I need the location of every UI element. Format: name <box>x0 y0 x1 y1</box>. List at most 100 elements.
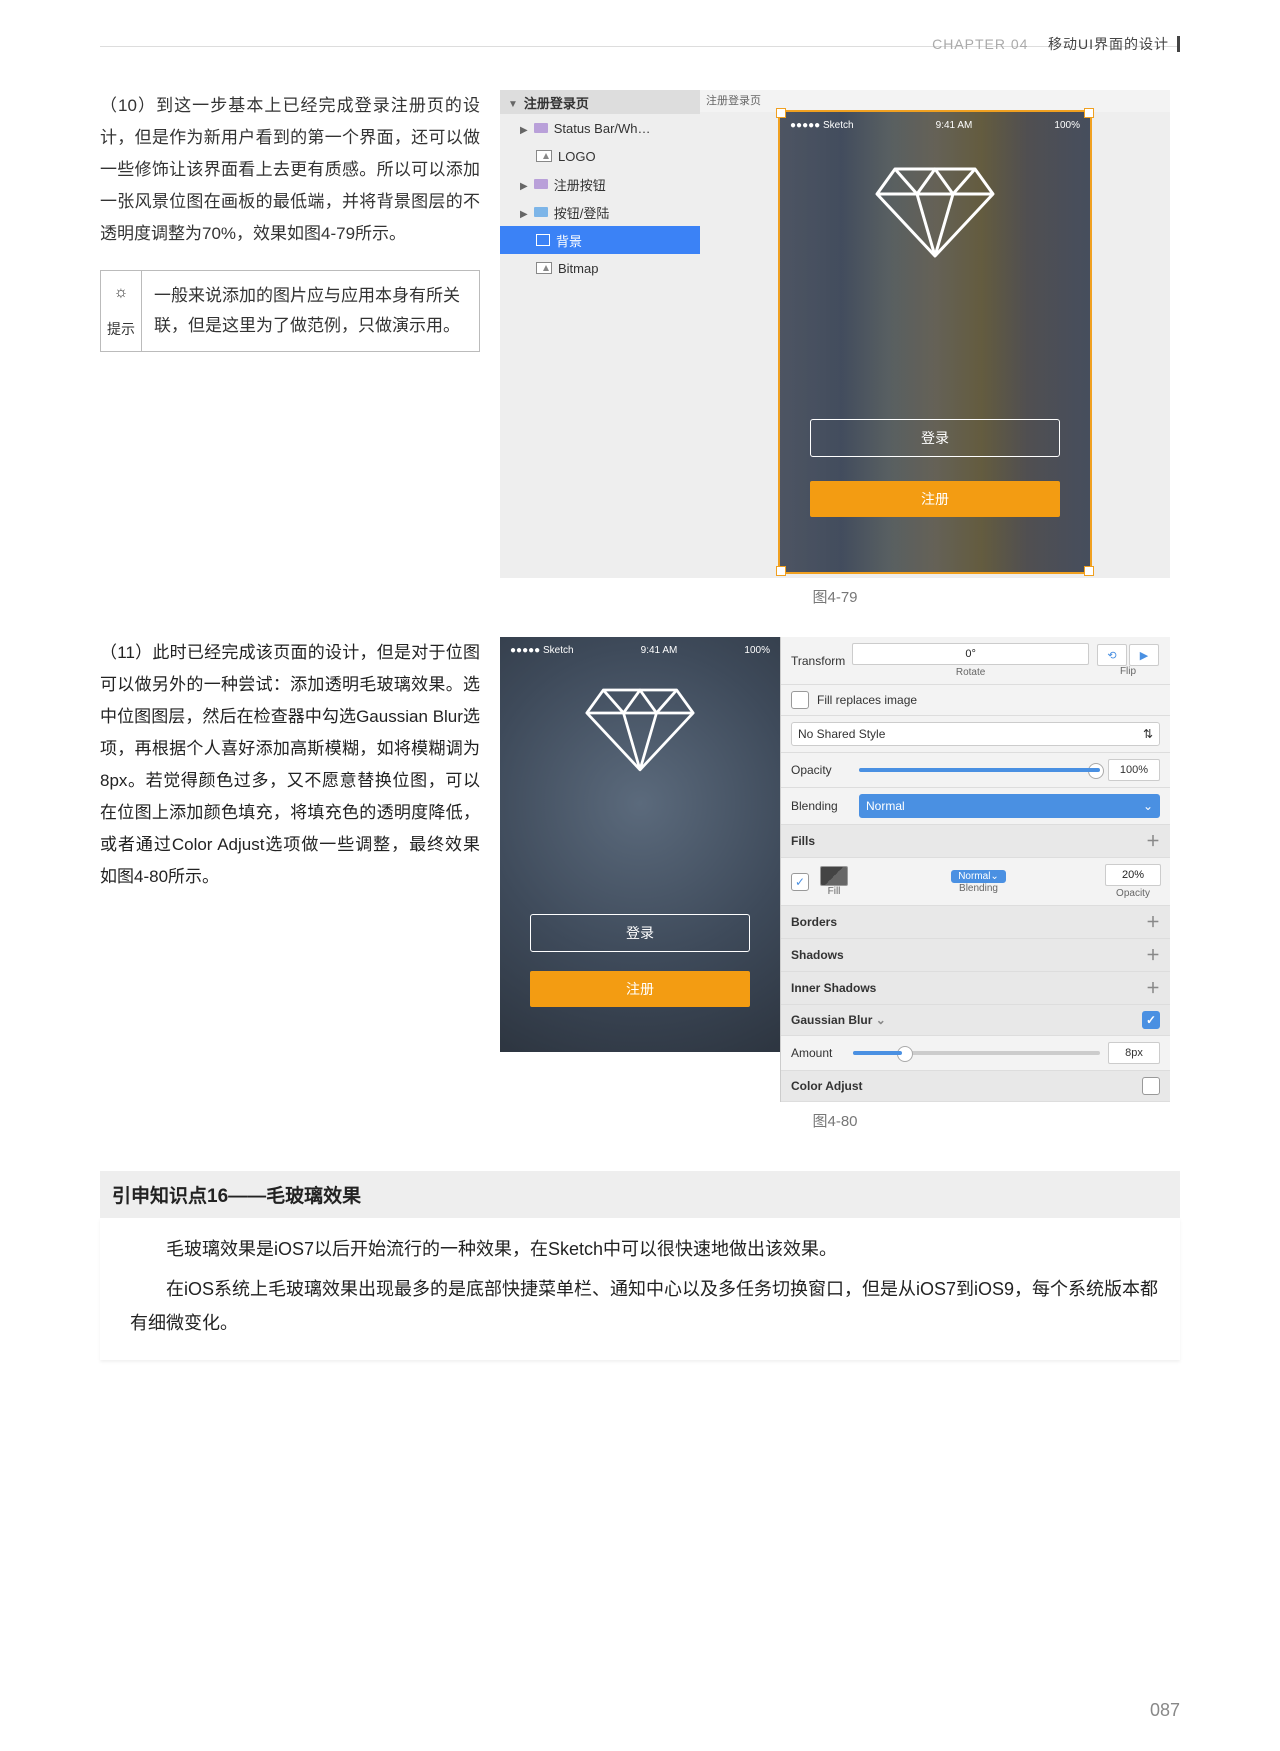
opacity-row: Opacity 100% <box>781 753 1170 788</box>
opacity-value[interactable]: 100% <box>1108 759 1160 781</box>
dropdown-icon: ⌄ <box>876 1013 886 1027</box>
plus-icon[interactable]: ＋ <box>1146 978 1160 998</box>
blending-label: Blending <box>791 799 851 813</box>
dropdown-icon: ⇅ <box>1143 727 1153 741</box>
chevron-right-icon <box>520 205 528 220</box>
plus-icon[interactable]: ＋ <box>1146 912 1160 932</box>
knowledge-p2: 在iOS系统上毛玻璃效果出现最多的是底部快捷菜单栏、通知中心以及多任务切换窗口，… <box>130 1272 1168 1340</box>
shared-style-select[interactable]: No Shared Style⇅ <box>791 722 1160 746</box>
fill-replaces-row[interactable]: Fill replaces image <box>781 685 1170 716</box>
folder-icon <box>534 179 548 189</box>
blending-row: Blending Normal⌄ <box>781 788 1170 825</box>
disclosure-triangle-icon <box>508 95 518 110</box>
diamond-logo-icon <box>875 164 995 259</box>
fills-section[interactable]: Fills＋ <box>781 825 1170 858</box>
opacity-label: Opacity <box>791 763 851 777</box>
fill-checkbox[interactable]: ✓ <box>791 873 809 891</box>
selection-handle[interactable] <box>1084 566 1094 576</box>
folder-icon <box>534 207 548 217</box>
diamond-logo-icon <box>585 685 695 773</box>
carrier: ●●●●● Sketch <box>790 120 854 131</box>
plus-icon[interactable]: ＋ <box>1146 945 1160 965</box>
figure-4-80: ●●●●● Sketch 9:41 AM 100% 登录 <box>500 637 1170 1102</box>
battery: 100% <box>1054 120 1080 131</box>
bitmap-icon <box>536 262 552 274</box>
layer-bitmap[interactable]: Bitmap <box>500 254 700 282</box>
knowledge-heading: 引申知识点16——毛玻璃效果 <box>100 1171 1180 1218</box>
opacity-slider[interactable] <box>859 768 1100 772</box>
status-bar: ●●●●● Sketch 9:41 AM 100% <box>780 112 1090 134</box>
carrier: ●●●●● Sketch <box>510 645 574 656</box>
amount-slider[interactable] <box>853 1051 1100 1055</box>
layer-logo[interactable]: LOGO <box>500 142 700 170</box>
layer-label: 背景 <box>556 231 582 250</box>
rotate-input[interactable]: 0° <box>852 643 1089 665</box>
layer-label: Bitmap <box>558 261 598 276</box>
slider-thumb[interactable] <box>1088 763 1104 779</box>
layer-panel-header[interactable]: 注册登录页 <box>500 90 700 114</box>
blur-amount-row: Amount 8px <box>781 1036 1170 1071</box>
tip-label: ☼ 提示 <box>101 271 142 351</box>
amount-label: Amount <box>791 1046 845 1060</box>
artboard-preview[interactable]: ●●●●● Sketch 9:41 AM 100% <box>780 112 1090 572</box>
page-number: 087 <box>1150 1700 1180 1721</box>
folder-icon <box>534 123 548 133</box>
figure-caption-80: 图4-80 <box>500 1110 1170 1131</box>
artboard-title: 注册登录页 <box>700 90 1170 112</box>
layer-background[interactable]: 背景 <box>500 226 700 254</box>
shared-style-row[interactable]: No Shared Style⇅ <box>781 716 1170 753</box>
layer-login-folder[interactable]: 按钮/登陆 <box>500 198 700 226</box>
checkbox[interactable] <box>791 691 809 709</box>
layer-label: 按钮/登陆 <box>554 203 610 222</box>
transform-row: Transform 0°Rotate ⟲▶Flip <box>781 637 1170 685</box>
color-adjust-checkbox[interactable] <box>1142 1077 1160 1095</box>
knowledge-box: 引申知识点16——毛玻璃效果 毛玻璃效果是iOS7以后开始流行的一种效果，在Sk… <box>100 1171 1180 1360</box>
register-button[interactable]: 注册 <box>810 481 1060 517</box>
status-bar: ●●●●● Sketch 9:41 AM 100% <box>500 637 780 659</box>
amount-value[interactable]: 8px <box>1108 1042 1160 1064</box>
color-adjust-section[interactable]: Color Adjust <box>781 1071 1170 1102</box>
gaussian-checkbox[interactable]: ✓ <box>1142 1011 1160 1029</box>
plus-icon[interactable]: ＋ <box>1146 831 1160 851</box>
paragraph-11: （11）此时已经完成该页面的设计，但是对于位图可以做另外的一种尝试：添加透明毛玻… <box>100 637 480 893</box>
panel-title: 注册登录页 <box>524 93 589 112</box>
flip-horizontal-button[interactable]: ⟲ <box>1097 644 1127 666</box>
chevron-right-icon <box>520 177 528 192</box>
blending-select[interactable]: Normal⌄ <box>859 794 1160 818</box>
selection-handle[interactable] <box>776 108 786 118</box>
gaussian-blur-section[interactable]: Gaussian Blur ⌄ ✓ <box>781 1005 1170 1036</box>
chapter-title: 移动UI界面的设计 <box>1048 36 1180 52</box>
login-button[interactable]: 登录 <box>530 914 750 952</box>
fill-replaces-label: Fill replaces image <box>817 693 917 707</box>
layer-statusbar[interactable]: Status Bar/Wh… <box>500 114 700 142</box>
fill-detail-row: ✓ Fill Normal⌄Blending 20%Opacity <box>781 858 1170 906</box>
artboard-preview-blur[interactable]: ●●●●● Sketch 9:41 AM 100% 登录 <box>500 637 780 1052</box>
tip-box: ☼ 提示 一般来说添加的图片应与应用本身有所关联，但是这里为了做范例，只做演示用… <box>100 270 480 352</box>
layer-panel: 注册登录页 Status Bar/Wh… LOGO <box>500 90 700 578</box>
knowledge-p1: 毛玻璃效果是iOS7以后开始流行的一种效果，在Sketch中可以很快速地做出该效… <box>130 1232 1168 1266</box>
register-button[interactable]: 注册 <box>530 971 750 1007</box>
layer-label: LOGO <box>558 149 596 164</box>
shadows-section[interactable]: Shadows＋ <box>781 939 1170 972</box>
selection-handle[interactable] <box>1084 108 1094 118</box>
dropdown-icon: ⌄ <box>990 871 998 882</box>
borders-section[interactable]: Borders＋ <box>781 906 1170 939</box>
fill-blending-select[interactable]: Normal⌄ <box>951 870 1006 883</box>
flip-vertical-button[interactable]: ▶ <box>1129 644 1159 666</box>
page-header: CHAPTER 04 移动UI界面的设计 <box>932 34 1180 54</box>
layer-register-folder[interactable]: 注册按钮 <box>500 170 700 198</box>
layer-label: Status Bar/Wh… <box>554 121 651 136</box>
tip-label-text: 提示 <box>107 313 135 345</box>
selection-handle[interactable] <box>776 566 786 576</box>
knowledge-body: 毛玻璃效果是iOS7以后开始流行的一种效果，在Sketch中可以很快速地做出该效… <box>100 1218 1180 1360</box>
rectangle-icon <box>536 234 550 246</box>
login-button[interactable]: 登录 <box>810 419 1060 457</box>
inner-shadows-section[interactable]: Inner Shadows＋ <box>781 972 1170 1005</box>
slider-thumb[interactable] <box>897 1046 913 1062</box>
layer-label: 注册按钮 <box>554 175 606 194</box>
fill-swatch[interactable] <box>820 866 848 886</box>
fill-opacity-input[interactable]: 20% <box>1105 864 1161 886</box>
dropdown-icon: ⌄ <box>1143 799 1153 813</box>
chevron-right-icon <box>520 121 528 136</box>
figure-caption-79: 图4-79 <box>500 586 1170 607</box>
